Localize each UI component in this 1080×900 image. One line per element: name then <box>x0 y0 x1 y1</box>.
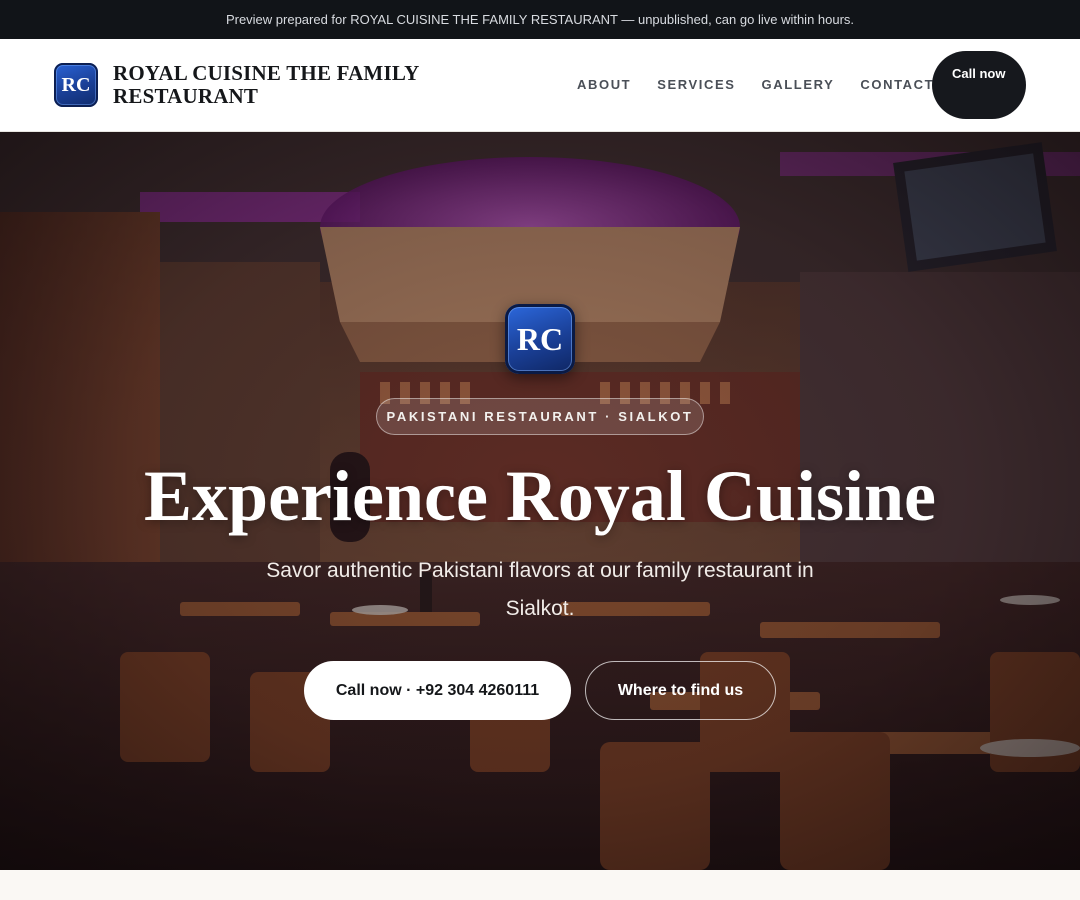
next-section <box>0 870 1080 900</box>
site-header: RC ROYAL CUISINE THE FAMILY RESTAURANT A… <box>0 39 1080 132</box>
brand-name[interactable]: ROYAL CUISINE THE FAMILY RESTAURANT <box>113 62 473 108</box>
hero-logo-badge: RC <box>505 304 575 374</box>
header-call-button[interactable]: Call now <box>932 51 1026 119</box>
hero-subtitle: Savor authentic Pakistani flavors at our… <box>266 559 814 620</box>
hero-logo-initials: RC <box>516 320 564 357</box>
logo-badge[interactable]: RC <box>54 63 98 107</box>
preview-banner-text: Preview prepared for ROYAL CUISINE THE F… <box>225 12 855 27</box>
nav-about[interactable]: ABOUT <box>577 77 631 92</box>
nav-contact[interactable]: CONTACT <box>860 77 934 92</box>
main-nav: ABOUT SERVICES GALLERY CONTACT <box>577 77 934 92</box>
logo-initials: RC <box>61 73 91 96</box>
call-now-button[interactable]: Call now · +92 304 4260111 <box>304 661 571 720</box>
category-tag: PAKISTANI RESTAURANT · SIALKOT <box>376 398 704 435</box>
nav-gallery[interactable]: GALLERY <box>762 77 835 92</box>
nav-services[interactable]: SERVICES <box>657 77 735 92</box>
hero-title: Experience Royal Cuisine <box>144 456 936 536</box>
hero-section: RC PAKISTANI RESTAURANT · SIALKOT Experi… <box>0 132 1080 870</box>
preview-banner: Preview prepared for ROYAL CUISINE THE F… <box>0 0 1080 39</box>
find-us-button[interactable]: Where to find us <box>585 661 776 720</box>
